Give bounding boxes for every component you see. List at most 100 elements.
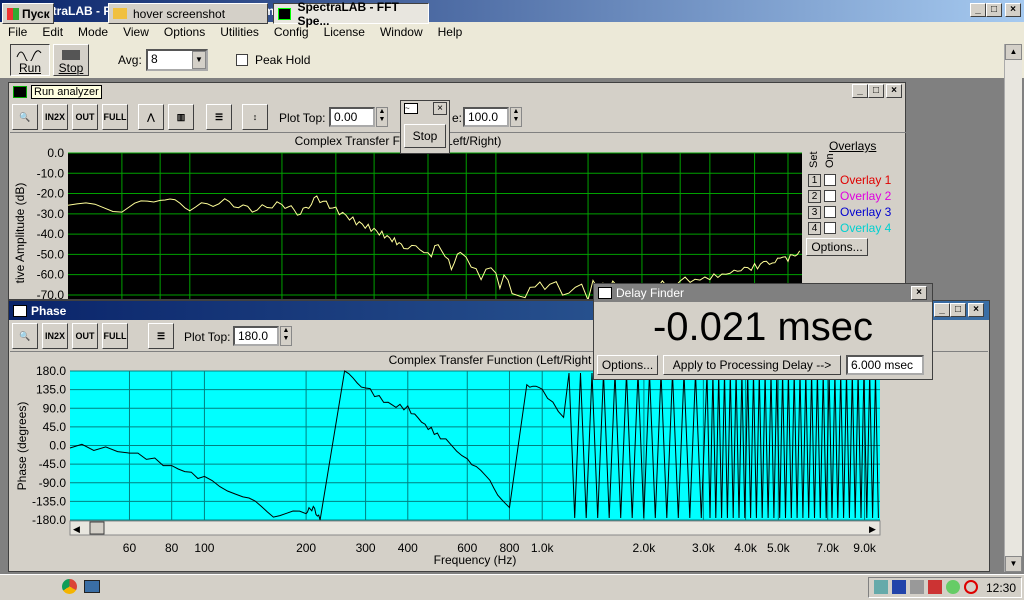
task-spectralab[interactable]: SpectraLAB - FFT Spe... [273,0,429,28]
zoom-icon[interactable]: 🔍 [12,104,38,130]
maximize-button[interactable]: □ [986,3,1002,17]
phase-minimize-button[interactable]: _ [934,303,950,317]
phase-zoom-in-2x-icon[interactable]: IN2X [42,323,68,349]
phase-x-tick: 7.0k [816,541,840,555]
amp-plot-top-input[interactable]: 0.00 [329,107,375,127]
phase-zoom-icon[interactable]: 🔍 [12,323,38,349]
amp-plot-top-label: Plot Top: [279,111,326,125]
phase-plot-top-spinner[interactable]: ▲ ▼ [280,326,292,346]
overlay-checkbox[interactable] [824,190,836,202]
volume-icon[interactable] [946,580,960,594]
delay-options-button[interactable]: Options... [597,355,658,375]
battery-icon[interactable] [928,580,942,594]
overlay-label: Overlay 2 [840,189,892,203]
delay-finder-close-button[interactable]: × [911,286,927,300]
phase-y-tick: 45.0 [43,420,67,434]
overlays-on-label: On [824,153,836,168]
phase-close-button[interactable]: × [968,303,984,317]
amp-maximize-button[interactable]: □ [868,84,884,98]
start-label: Пуск [22,6,50,21]
phase-x-tick: 80 [165,541,179,555]
zoom-out-full-icon[interactable]: FULL [102,104,128,130]
bar-plot-icon[interactable]: ▥ [168,104,194,130]
desktop-icon[interactable] [84,580,100,593]
minimize-button[interactable]: _ [970,3,986,17]
zoom-out-2x-icon[interactable]: OUT [72,104,98,130]
overlay-row: 1 Overlay 1 [808,173,891,187]
phase-window-title: Phase [31,303,67,318]
amp-close-button[interactable]: × [886,84,902,98]
phase-properties-icon[interactable]: ☰ [148,323,174,349]
scroll-up-icon[interactable]: ▲ [1005,44,1022,60]
zoom-in-2x-icon[interactable]: IN2X [42,104,68,130]
amp-plot-top-spinner[interactable]: ▲ ▼ [376,107,388,127]
overlay-checkbox[interactable] [824,222,836,234]
close-button[interactable]: × [1005,3,1021,17]
amp-y-tick: -20.0 [37,187,65,201]
blocked-icon[interactable] [964,580,978,594]
phase-x-tick: 2.0k [633,541,657,555]
overlay-set-button[interactable]: 1 [808,173,821,187]
menu-file[interactable]: File [0,25,34,39]
avg-select[interactable]: 8 ▼ [146,49,208,71]
overlay-checkbox[interactable] [824,206,836,218]
printer-icon[interactable] [910,580,924,594]
delay-finder-title-bar: Delay Finder [594,284,932,302]
overlay-label: Overlay 3 [840,205,892,219]
overlay-row: 2 Overlay 2 [808,189,891,203]
phase-zoom-out-2x-icon[interactable]: OUT [72,323,98,349]
menu-utilities[interactable]: Utilities [212,25,266,39]
amp-plot-range-spinner[interactable]: ▲ ▼ [510,107,522,127]
phase-zoom-out-full-icon[interactable]: FULL [102,323,128,349]
peak-hold-label: Peak Hold [255,53,311,67]
properties-icon[interactable]: ☰ [206,104,232,130]
clock: 12:30 [986,581,1017,595]
folder-icon [113,8,127,19]
menu-help[interactable]: Help [430,25,470,39]
overlays-set-label: Set [808,151,820,168]
delay-value-field[interactable]: 6.000 msec [846,355,924,375]
menu-view[interactable]: View [115,25,156,39]
menu-edit[interactable]: Edit [34,25,70,39]
horizontal-scrollbar [69,520,881,536]
task-label: SpectraLAB - FFT Spe... [297,0,399,28]
menu-mode[interactable]: Mode [70,25,115,39]
task-hover-screenshot[interactable]: hover screenshot [108,3,268,24]
amp-minimize-button[interactable]: _ [852,84,868,98]
overlay-set-button[interactable]: 3 [808,205,821,219]
amp-y-tick: -40.0 [37,227,65,241]
chevron-down-icon[interactable]: ▼ [192,51,206,69]
wave-icon: ~ [404,103,418,114]
vertical-scrollbar[interactable]: ▲ ▼ [1004,44,1022,572]
phase-x-tick: 4.0k [734,541,758,555]
overlay-set-button[interactable]: 2 [808,189,821,203]
phase-maximize-button[interactable]: □ [950,303,966,317]
overlay-set-button[interactable]: 4 [808,221,821,235]
phase-plot-top-input[interactable]: 180.0 [233,326,279,346]
scroll-left-icon: ◀ [73,524,80,534]
overlay-checkbox[interactable] [824,174,836,186]
overlay-options-button[interactable]: Options... [806,238,868,256]
peak-hold-checkbox[interactable] [236,54,248,66]
start-button[interactable]: Пуск [2,3,54,24]
menu-options[interactable]: Options [156,25,212,39]
phase-y-tick: 0.0 [49,439,66,453]
stop-button[interactable]: Stop [53,44,89,76]
phase-x-tick: 60 [123,541,137,555]
amp-y-tick: -50.0 [37,247,65,261]
apply-processing-delay-button[interactable]: Apply to Processing Delay --> [663,355,841,375]
amp-plot-range-input[interactable]: 100.0 [463,107,509,127]
network-icon[interactable] [874,580,888,594]
phase-chart: Complex Transfer Function (Left/Right 180… [15,353,881,567]
wave-icon [598,287,612,299]
run-button[interactable]: Run [10,44,50,76]
chrome-icon[interactable] [62,579,77,594]
avg-value: 8 [151,52,158,66]
stop-popup-button[interactable]: Stop [404,124,446,148]
autoscale-icon[interactable]: ↕ [242,104,268,130]
scroll-down-icon[interactable]: ▼ [1005,556,1022,572]
stop-popup-close-icon[interactable]: × [433,102,447,115]
language-icon[interactable] [892,580,906,594]
wave-icon [13,304,27,317]
line-plot-icon[interactable]: ⋀ [138,104,164,130]
